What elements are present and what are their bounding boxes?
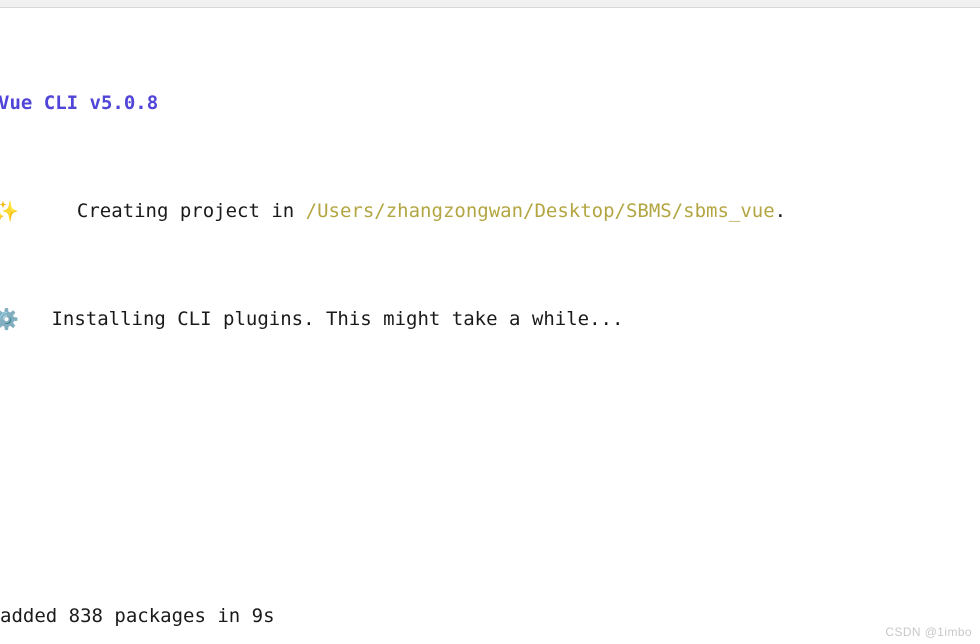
creating-project-line: ✨ Creating project in /Users/zhangzongwa… xyxy=(0,198,980,225)
installing-plugins-text: Installing CLI plugins. This might take … xyxy=(40,308,624,330)
csdn-watermark: CSDN @1imbo xyxy=(885,625,972,639)
vue-cli-banner: Vue CLI v5.0.8 xyxy=(0,92,159,114)
gear-icon: ⚙️ xyxy=(0,307,19,331)
added-838-packages-text: added 838 packages in 9s xyxy=(0,605,275,627)
installing-plugins-line: ⚙️ Installing CLI plugins. This might ta… xyxy=(0,306,980,333)
added-838-packages-line: added 838 packages in 9s xyxy=(0,603,980,630)
creating-project-suffix: . xyxy=(774,200,787,222)
window-chrome-strip xyxy=(0,0,980,8)
vue-cli-banner-line: Vue CLI v5.0.8 xyxy=(0,90,980,117)
creating-project-prefix: Creating project in xyxy=(54,200,306,222)
terminal-output[interactable]: Vue CLI v5.0.8 ✨ Creating project in /Us… xyxy=(0,9,980,644)
sparkles-icon: ✨ xyxy=(0,199,19,223)
project-path: /Users/zhangzongwan/Desktop/SBMS/sbms_vu… xyxy=(305,200,775,222)
